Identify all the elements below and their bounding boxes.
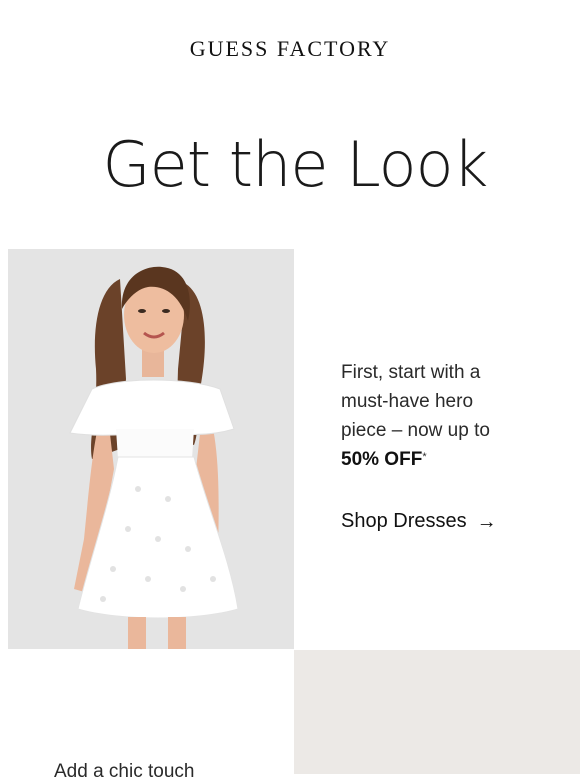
page-headline: Get the Look: [102, 128, 489, 201]
brand-logo[interactable]: GUESS FACTORY: [0, 36, 580, 62]
hero-product-image[interactable]: [8, 249, 294, 649]
arrow-right-icon: →: [476, 510, 497, 533]
feature-line: piece – now up to: [341, 420, 490, 441]
secondary-feature-text: Add a chic touch: [54, 761, 195, 782]
discount-text: 50% OFF: [341, 449, 423, 470]
shop-dresses-label: Shop Dresses: [341, 510, 467, 532]
shop-dresses-link[interactable]: Shop Dresses →: [341, 510, 497, 533]
offer-line: 50% OFF*: [341, 445, 561, 474]
offer-asterisk: *: [422, 451, 427, 463]
feature-line: First, start with a: [341, 362, 481, 383]
secondary-product-image[interactable]: [294, 650, 580, 774]
feature-description: First, start with a must-have hero piece…: [341, 358, 561, 474]
feature-line: must-have hero: [341, 391, 474, 412]
